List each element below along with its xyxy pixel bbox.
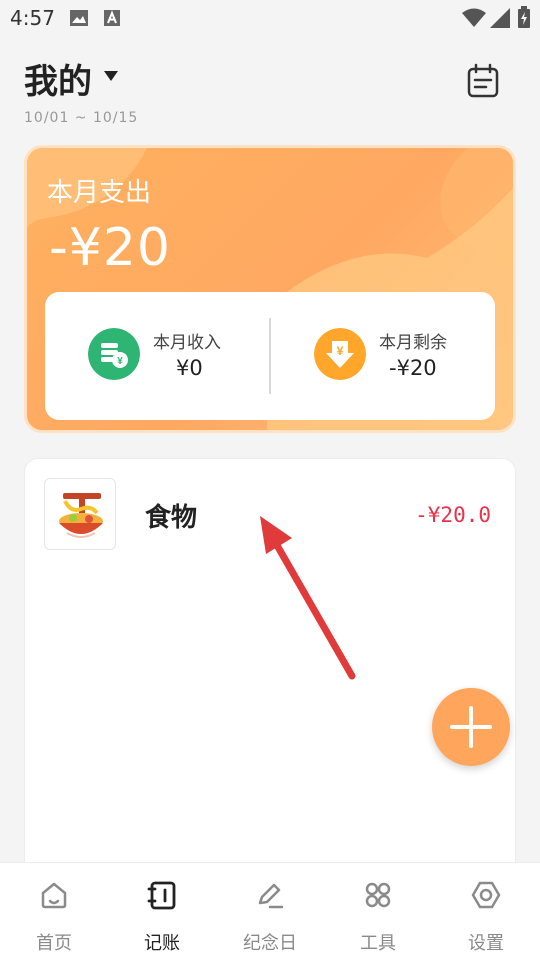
remaining-label: 本月剩余 (379, 333, 447, 353)
record-amount: -¥20.0 (415, 503, 491, 527)
income-label: 本月收入 (153, 333, 221, 353)
category-icon-box (44, 478, 116, 550)
plus-icon (450, 706, 492, 748)
bottom-nav: 首页 记账 纪念日 工具 设置 (0, 862, 540, 960)
status-time: 4:57 (10, 6, 55, 30)
nav-label: 记账 (144, 933, 180, 954)
expense-label: 本月支出 (47, 178, 152, 208)
page-title[interactable]: 我的 (24, 54, 92, 103)
records-list: 食物 -¥20.0 (24, 458, 516, 898)
grid-icon (365, 882, 391, 908)
income-coins-icon: ¥ (88, 328, 140, 380)
nav-item-ledger[interactable]: 记账 (108, 863, 216, 960)
svg-text:¥: ¥ (117, 356, 123, 367)
list-item[interactable]: 食物 -¥20.0 (25, 459, 517, 569)
add-record-button[interactable] (432, 688, 510, 766)
remaining-amount: -¥20 (389, 356, 437, 380)
nav-label: 纪念日 (243, 933, 297, 954)
image-icon (70, 10, 88, 26)
caret-down-icon[interactable] (104, 70, 118, 82)
status-bar: 4:57 (0, 0, 540, 36)
date-range: 10/01 ~ 10/15 (24, 110, 139, 126)
signal-icon (490, 8, 510, 28)
nav-item-anniversary[interactable]: 纪念日 (216, 863, 324, 960)
income-amount: ¥0 (176, 356, 203, 380)
nav-item-home[interactable]: 首页 (0, 863, 108, 960)
stats-divider (269, 318, 271, 394)
ledger-icon (147, 881, 176, 910)
monthly-summary-card: 本月支出 -¥20 ¥ 本月收入 ¥0 ¥ 本月剩余 -¥20 (24, 145, 516, 433)
battery-icon (518, 6, 530, 28)
expense-amount: -¥20 (49, 218, 172, 278)
calendar-icon[interactable] (462, 62, 504, 102)
wifi-icon (462, 8, 486, 27)
settings-icon (471, 881, 501, 909)
nav-label: 首页 (36, 933, 72, 954)
home-icon (41, 882, 67, 909)
noodle-bowl-icon (59, 493, 103, 538)
summary-stats-panel: ¥ 本月收入 ¥0 ¥ 本月剩余 -¥20 (45, 292, 495, 420)
nav-item-tools[interactable]: 工具 (324, 863, 432, 960)
a-icon (104, 10, 120, 26)
record-category: 食物 (145, 503, 198, 533)
svg-text:¥: ¥ (337, 344, 344, 358)
nav-label: 工具 (360, 933, 396, 954)
nav-item-settings[interactable]: 设置 (432, 863, 540, 960)
pen-icon (258, 883, 284, 909)
remaining-yen-icon: ¥ (314, 328, 366, 380)
nav-label: 设置 (468, 933, 504, 954)
